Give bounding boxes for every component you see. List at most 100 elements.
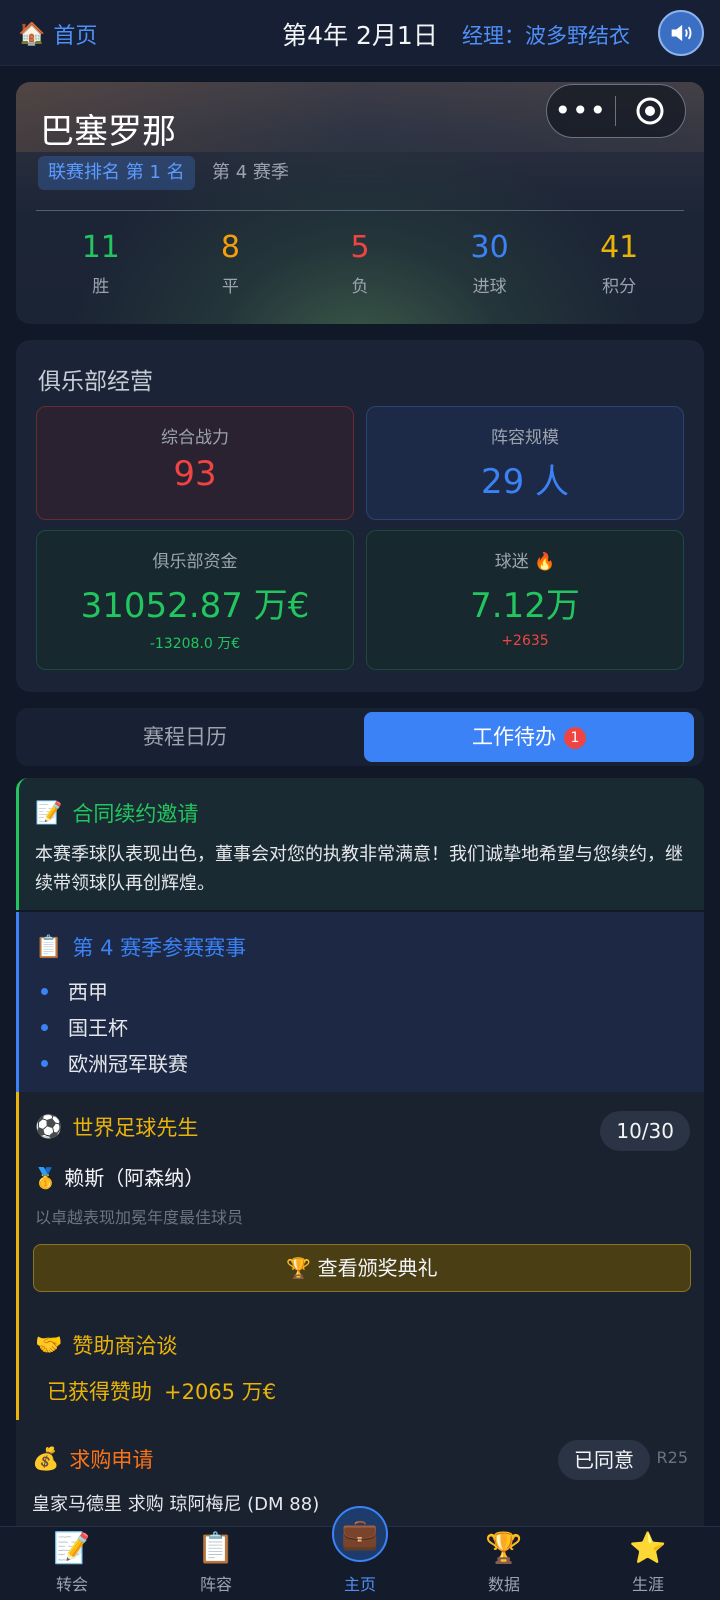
button-label: 查看颁奖典礼 — [317, 1256, 438, 1280]
handshake-icon: 🤝 — [35, 1332, 63, 1358]
club-funds-card[interactable]: 俱乐部资金 31052.87 万€ -13208.0 万€ — [36, 530, 354, 670]
competition-name: 国王杯 — [68, 1016, 128, 1040]
task-title-text: 世界足球先生 — [72, 1116, 199, 1140]
home-label: 首页 — [53, 24, 98, 49]
ballon-dor-task: ⚽ 世界足球先生 10/30 🥇 赖斯（阿森纳） 以卓越表现加冕年度最佳球员 🏆… — [16, 1092, 704, 1310]
club-management-panel: 俱乐部经营 综合战力 93 阵容规模 29 人 俱乐部资金 31052.87 万… — [16, 340, 704, 692]
nav-label: 数据 — [487, 1575, 520, 1594]
bullet — [41, 1060, 48, 1067]
award-progress-pill: 10/30 — [600, 1111, 690, 1151]
fans-card[interactable]: 球迷 🔥 7.12万 +2635 — [366, 530, 684, 670]
task-title-text: 求购申请 — [69, 1448, 154, 1472]
stat-label: 负 — [351, 277, 369, 297]
close-mini-program-button[interactable] — [616, 96, 686, 126]
tab-todo[interactable]: 工作待办 1 — [364, 712, 694, 762]
stat-label: 进球 — [472, 277, 507, 297]
trophy-icon: 🏆 — [485, 1531, 523, 1566]
list-item: 西甲 — [41, 974, 188, 1010]
task-title: 🤝 赞助商洽谈 — [35, 1330, 177, 1360]
award-winner: 🥇 赖斯（阿森纳） — [33, 1162, 204, 1191]
stat-value: 11 — [81, 230, 120, 265]
round-label: R25 — [656, 1448, 688, 1467]
task-title: 📝 合同续约邀请 — [35, 798, 198, 828]
money-bag-icon: 💰 — [32, 1446, 60, 1472]
task-title: ⚽ 世界足球先生 — [35, 1112, 198, 1142]
nav-career[interactable]: ⭐ 生涯 — [576, 1527, 720, 1600]
competition-name: 欧洲冠军联赛 — [68, 1052, 188, 1076]
league-rank-badge: 联赛排名 第 1 名 — [38, 156, 195, 190]
task-title: 📋 第 4 赛季参赛赛事 — [35, 932, 246, 962]
target-icon — [636, 97, 664, 125]
soccer-ball-icon: ⚽ — [35, 1114, 63, 1140]
contract-renewal-task[interactable]: 📝 合同续约邀请 本赛季球队表现出色，董事会对您的执教非常满意！我们诚挚地希望与… — [16, 778, 704, 910]
mini-program-capsule: ••• — [546, 84, 686, 138]
clipboard-icon: 📋 — [197, 1531, 235, 1566]
season-competitions-task: 📋 第 4 赛季参赛赛事 西甲 国王杯 欧洲冠军联赛 — [16, 912, 704, 1092]
medal-icon: 🥇 — [33, 1166, 58, 1190]
team-card: 巴塞罗那 联赛排名 第 1 名 第 4 赛季 ••• 11 胜 8 平 5 负 … — [16, 82, 704, 324]
speaker-icon — [671, 24, 692, 42]
award-description: 以卓越表现加冕年度最佳球员 — [35, 1208, 244, 1227]
task-body: 本赛季球队表现出色，董事会对您的执教非常满意！我们诚挚地希望与您续约，继续带领球… — [35, 844, 683, 894]
overall-power-card[interactable]: 综合战力 93 — [36, 406, 354, 520]
team-name: 巴塞罗那 — [40, 112, 176, 152]
home-fab-button[interactable]: 💼 — [332, 1506, 388, 1562]
stat-label: 积分 — [602, 277, 637, 297]
card-change: +2635 — [501, 633, 549, 649]
sponsor-result: 已获得赞助 +2065 万€ — [35, 1376, 276, 1406]
home-link[interactable]: 🏠 首页 — [18, 18, 97, 50]
nav-label: 主页 — [343, 1575, 376, 1594]
stat-value: 8 — [220, 230, 240, 265]
nav-data[interactable]: 🏆 数据 — [432, 1527, 576, 1600]
sponsor-task: 🤝 赞助商洽谈 已获得赞助 +2065 万€ — [16, 1310, 704, 1420]
card-value: 93 — [173, 454, 217, 494]
list-item: 国王杯 — [41, 1010, 188, 1046]
trophy-icon: 🏆 — [286, 1256, 312, 1280]
section-tabs: 赛程日历 工作待办 1 — [16, 708, 704, 766]
task-title-text: 合同续约邀请 — [72, 802, 199, 826]
more-menu-button[interactable]: ••• — [547, 84, 615, 138]
stat-goals: 30 进球 — [425, 228, 555, 297]
season-stats: 11 胜 8 平 5 负 30 进球 41 积分 — [36, 228, 684, 297]
competition-list: 西甲 国王杯 欧洲冠军联赛 — [41, 974, 188, 1082]
stat-value: 41 — [600, 230, 639, 265]
stat-value: 5 — [350, 230, 370, 265]
tab-todo-label: 工作待办 — [472, 725, 556, 749]
club-management-title: 俱乐部经营 — [38, 369, 153, 395]
card-value: 29 人 — [480, 462, 570, 502]
sponsor-status: 已获得赞助 — [47, 1380, 152, 1404]
card-label: 球迷 🔥 — [367, 547, 683, 572]
winner-name: 赖斯（阿森纳） — [64, 1166, 205, 1190]
card-label: 综合战力 — [161, 428, 229, 448]
sound-toggle-button[interactable] — [658, 10, 704, 56]
transfer-request-text: 皇家马德里 求购 琼阿梅尼 (DM 88) — [32, 1494, 320, 1515]
card-label: 阵容规模 — [491, 428, 559, 448]
view-ceremony-button[interactable]: 🏆 查看颁奖典礼 — [33, 1244, 691, 1292]
star-icon: ⭐ — [629, 1531, 667, 1566]
agreed-status-pill: 已同意 — [558, 1440, 650, 1480]
list-item: 欧洲冠军联赛 — [41, 1046, 188, 1082]
card-change: -13208.0 万€ — [149, 636, 241, 652]
todo-count-badge: 1 — [564, 727, 586, 749]
stat-draws: 8 平 — [166, 228, 296, 297]
team-card-divider — [36, 210, 684, 211]
card-value: 7.12万 — [470, 586, 580, 626]
stat-label: 胜 — [92, 277, 110, 297]
squad-size-card[interactable]: 阵容规模 29 人 — [366, 406, 684, 520]
clipboard-icon: 📋 — [35, 934, 63, 960]
bullet — [41, 988, 48, 995]
fans-label: 球迷 — [494, 552, 529, 572]
tab-schedule[interactable]: 赛程日历 — [20, 712, 350, 762]
house-icon: 🏠 — [18, 21, 46, 47]
top-bar: 🏠 首页 第4年 2月1日 经理：波多野结衣 — [0, 0, 720, 66]
briefcase-icon: 💼 — [341, 1516, 379, 1552]
nav-label: 生涯 — [631, 1575, 664, 1594]
nav-label: 转会 — [55, 1575, 88, 1594]
fire-icon: 🔥 — [534, 552, 556, 572]
nav-transfer[interactable]: 📝 转会 — [0, 1527, 144, 1600]
nav-squad[interactable]: 📋 阵容 — [144, 1527, 288, 1600]
task-title-text: 第 4 赛季参赛赛事 — [72, 936, 247, 960]
nav-label: 阵容 — [199, 1575, 232, 1594]
competition-name: 西甲 — [68, 980, 108, 1004]
manager-name: 经理：波多野结衣 — [462, 24, 630, 48]
